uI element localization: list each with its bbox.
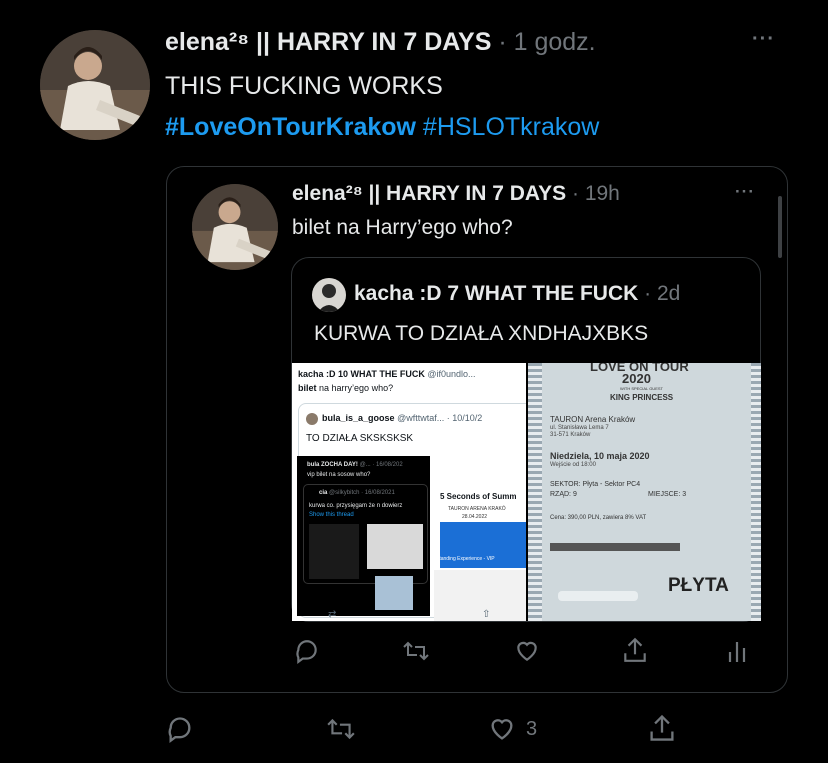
hashtag-hslotkrakow[interactable]: #HSLOTkrakow: [423, 113, 599, 141]
ticket-addr1: ul. Stanisława Lema 7: [550, 425, 609, 431]
reply-icon[interactable]: [166, 715, 194, 743]
ticket-price: Cena: 390,00 PLN, zawiera 8% VAT: [550, 515, 647, 521]
ticket-entry: Wejście od 18:00: [550, 462, 596, 468]
dark-date: @... · 16/08/202: [359, 462, 403, 468]
shot-dark-thread: bula ZOCHA DAY! @... · 16/08/202 vip bil…: [297, 456, 430, 616]
tweet-text: THIS FUCKING WORKS: [165, 72, 443, 100]
hashtag-lovontourkrakow[interactable]: #LoveOnTourKrakow: [165, 113, 416, 141]
shot-text: na harry’ego who?: [319, 383, 394, 393]
heart-icon: [491, 719, 513, 740]
ticket-guest: KING PRINCESS: [610, 393, 674, 402]
inner-avatar[interactable]: [312, 278, 346, 312]
quote-more-button[interactable]: ···: [735, 182, 755, 202]
ticket-row: RZĄD: 9: [550, 491, 577, 498]
dark-author: bula ZOCHA DAY!: [307, 462, 358, 468]
tweet-more-button[interactable]: ···: [752, 28, 775, 51]
tweet-author-name[interactable]: elena²⁸ || HARRY IN 7 DAYS: [165, 28, 491, 56]
avatar-photo-icon: [312, 278, 346, 312]
dark-text: vip bilet na sosow who?: [307, 472, 371, 478]
retweet-icon[interactable]: [326, 715, 356, 743]
main-avatar[interactable]: [40, 30, 150, 140]
dark-quote-handle: @silkybitch · 16/08/2021: [329, 490, 395, 496]
ticket-venue: TAURON Arena Kraków: [550, 415, 636, 424]
inner-author-name[interactable]: kacha :D 7 WHAT THE FUCK: [354, 282, 638, 305]
shot-handle: @if0undlo...: [427, 369, 476, 379]
card-title: 5 Seconds of Summ: [440, 492, 517, 501]
quote-retweet-icon[interactable]: [402, 638, 430, 664]
quote-analytics-icon[interactable]: [726, 638, 748, 664]
ticket-special: WITH SPECIAL GUEST: [620, 386, 663, 391]
shot-quote-handle: @wfttwtaf... · 10/10/2: [397, 413, 483, 423]
quote-avatar[interactable]: [192, 184, 278, 270]
inner-text: KURWA TO DZIAŁA XNDHAJXBKS: [314, 322, 649, 345]
ticket-sector: SEKTOR: Płyta - Sektor PC4: [550, 481, 641, 488]
like-count: 3: [526, 717, 538, 740]
card-date: 28.04.2022: [462, 514, 488, 520]
shot-share-icon: ⇧: [482, 609, 491, 620]
ticket-zone: PŁYTA: [668, 575, 729, 596]
ticket-sponsors-strip: [550, 543, 680, 551]
quote-timestamp[interactable]: · 19h: [572, 182, 620, 205]
share-icon[interactable]: [648, 713, 676, 743]
shot-ticket-card: 5 Seconds of Summ TAURON ARENA KRAKÓ 28.…: [434, 488, 526, 621]
quote-share-icon[interactable]: [622, 636, 648, 664]
dark-quote-text: kurwa co. przysięgam że n dowierz: [309, 503, 403, 509]
shot-text-bold: bilet: [298, 383, 317, 393]
quote-like-icon[interactable]: [514, 638, 540, 664]
ticket-year: 2020: [622, 371, 651, 386]
inner-timestamp[interactable]: · 2d: [644, 282, 680, 305]
ticket-addr2: 31-571 Kraków: [550, 432, 591, 438]
tweet-timestamp[interactable]: · 1 godz.: [498, 28, 595, 56]
ticket-seat: MIEJSCE: 3: [648, 491, 687, 498]
avatar-photo-icon: [192, 184, 278, 270]
quote-author-name[interactable]: elena²⁸ || HARRY IN 7 DAYS: [292, 182, 566, 205]
media-screenshot-left[interactable]: kacha :D 10 WHAT THE FUCK @if0undlo... b…: [292, 363, 526, 621]
card-tag: Standing Experience - VIP: [436, 556, 495, 562]
media-ticket-photo[interactable]: LOVE ON TOUR 2020 WITH SPECIAL GUEST KIN…: [528, 363, 761, 621]
quote-text: bilet na Harry’ego who?: [292, 216, 513, 239]
dark-quote-author: cia: [319, 490, 328, 496]
avatar-photo-icon: [40, 30, 150, 140]
dark-show-thread: Show this thread: [309, 512, 354, 518]
shot-quote-text: TO DZIAŁA SKSKSKSK: [306, 433, 414, 444]
ticket-date: Niedziela, 10 maja 2020: [550, 451, 650, 461]
shot-retweet-icon: ⇄: [328, 609, 337, 620]
card-venue: TAURON ARENA KRAKÓ: [448, 506, 506, 512]
quote-reply-icon[interactable]: [294, 638, 320, 664]
shot-author: kacha :D 10 WHAT THE FUCK: [298, 369, 425, 379]
shot-quote-author: bula_is_a_goose: [322, 413, 395, 423]
quote-scrollbar[interactable]: [778, 196, 782, 258]
like-button[interactable]: 3: [488, 715, 537, 743]
